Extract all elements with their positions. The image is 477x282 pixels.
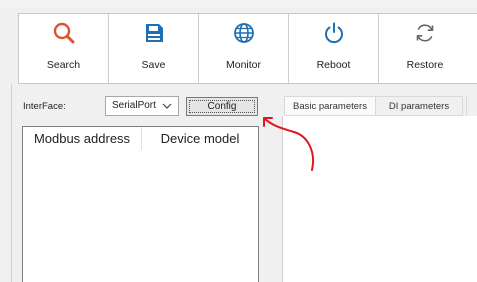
table-header: Modbus address Device model: [23, 127, 258, 150]
interface-select[interactable]: SerialPort: [105, 96, 179, 116]
restore-button[interactable]: Restore: [379, 14, 471, 83]
window-top-strip: [0, 0, 477, 8]
left-edge-strip: [0, 84, 11, 282]
interface-label: InterFace:: [23, 101, 66, 112]
save-label: Save: [141, 59, 166, 71]
device-table: Modbus address Device model: [22, 126, 259, 282]
save-icon: [145, 24, 163, 42]
globe-icon: [233, 23, 254, 43]
column-header-device-model[interactable]: Device model: [142, 127, 258, 150]
tab-overflow-edge: [466, 96, 477, 116]
interface-select-value: SerialPort: [112, 100, 156, 111]
tab-di-parameters[interactable]: DI parameters: [375, 96, 463, 116]
monitor-button[interactable]: Monitor: [199, 14, 289, 83]
toolbar: Search Save Monitor Reboot Restore: [18, 13, 477, 84]
chevron-down-icon: [162, 103, 172, 109]
power-icon: [324, 22, 343, 44]
left-divider: [11, 84, 12, 282]
column-header-modbus-address[interactable]: Modbus address: [23, 127, 142, 150]
search-button[interactable]: Search: [19, 14, 109, 83]
search-label: Search: [46, 59, 81, 71]
save-button[interactable]: Save: [109, 14, 199, 83]
reboot-label: Reboot: [316, 59, 351, 71]
search-icon: [53, 22, 74, 44]
reboot-button[interactable]: Reboot: [289, 14, 379, 83]
refresh-icon: [416, 24, 434, 42]
red-arrow-annotation: [263, 117, 314, 171]
monitor-label: Monitor: [225, 59, 261, 71]
config-button[interactable]: Config: [186, 97, 258, 116]
restore-label: Restore: [406, 59, 444, 71]
